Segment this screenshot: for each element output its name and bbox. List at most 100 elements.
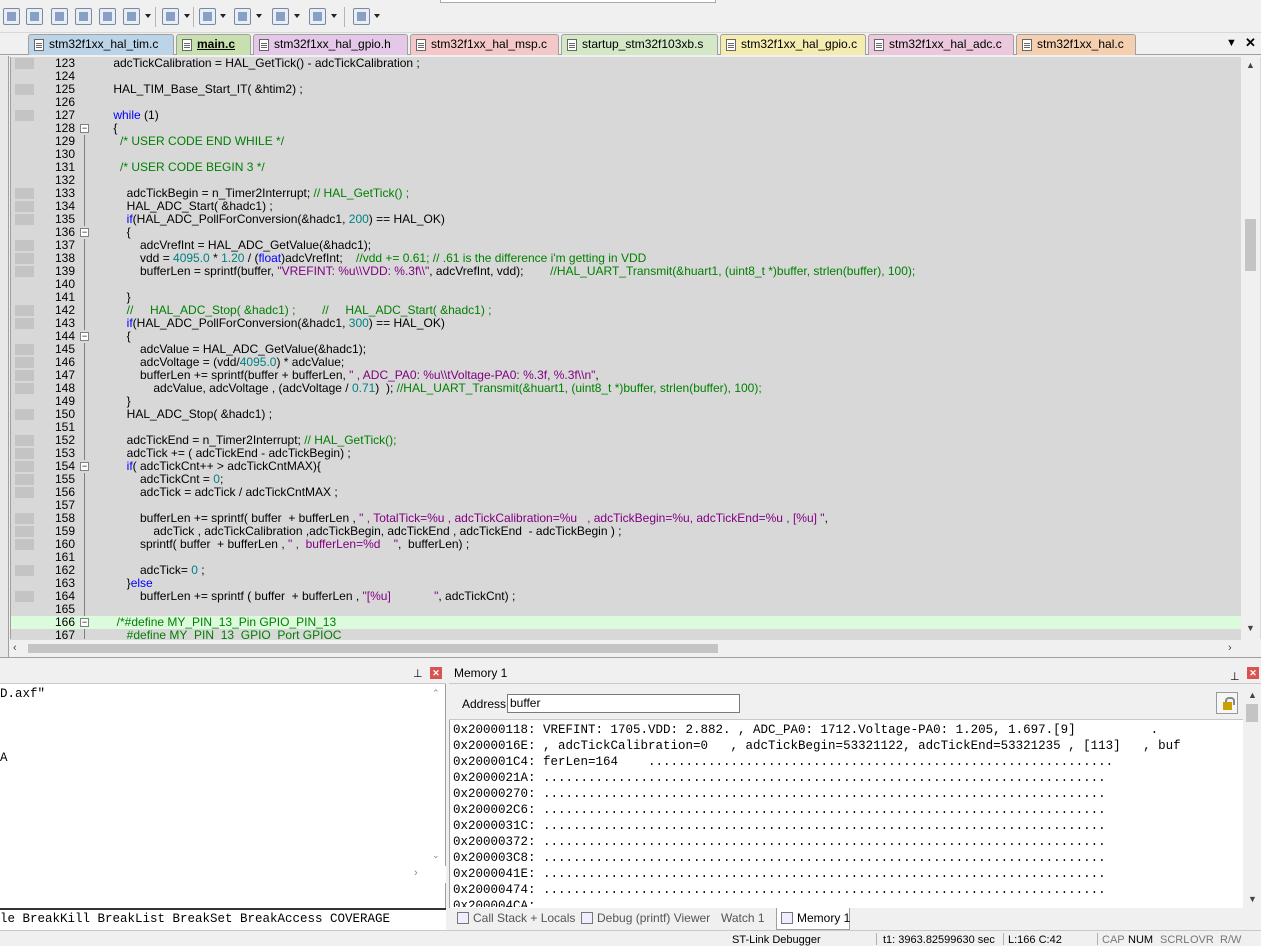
tab-list-dropdown-icon[interactable]: ▼ — [1226, 37, 1240, 49]
code-coverage-marker[interactable] — [15, 240, 34, 251]
code-coverage-marker[interactable] — [15, 344, 34, 355]
code-coverage-marker[interactable] — [15, 539, 34, 550]
registers-window-icon[interactable] — [75, 8, 92, 25]
bottom-tab-watch-1[interactable]: Watch 1 — [717, 908, 774, 930]
code-coverage-marker[interactable] — [15, 526, 34, 537]
code-line[interactable]: 139 bufferLen = sprintf(buffer, "VREFINT… — [11, 265, 1241, 278]
code-coverage-marker[interactable] — [15, 253, 34, 264]
tab-stm32f1xx-hal-gpio-c[interactable]: stm32f1xx_hal_gpio.c — [720, 34, 866, 55]
tab-stm32f1xx-hal-c[interactable]: stm32f1xx_hal.c — [1016, 34, 1136, 55]
address-input[interactable]: buffer — [507, 694, 740, 713]
scroll-left-icon[interactable]: ‹ — [13, 642, 17, 654]
close-icon[interactable]: ✕ — [1247, 667, 1259, 679]
code-coverage-marker[interactable] — [15, 357, 34, 368]
pin-icon[interactable]: ⊥ — [413, 667, 423, 680]
code-coverage-marker[interactable] — [15, 58, 34, 69]
code-coverage-marker[interactable] — [15, 474, 34, 485]
scroll-right-icon[interactable]: › — [414, 867, 418, 879]
code-coverage-marker[interactable] — [15, 188, 34, 199]
code-coverage-marker[interactable] — [15, 370, 34, 381]
code-line[interactable]: 150 HAL_ADC_Stop( &hadc1) ; — [11, 408, 1241, 421]
scroll-thumb[interactable] — [1246, 704, 1258, 722]
code-line[interactable]: 123 adcTickCalibration = HAL_GetTick() -… — [11, 57, 1241, 70]
code-coverage-marker[interactable] — [15, 84, 34, 95]
lock-icon[interactable] — [1216, 692, 1238, 714]
tab-stm32f1xx-hal-tim-c[interactable]: stm32f1xx_hal_tim.c — [28, 34, 174, 55]
code-line[interactable]: 160 sprintf( buffer + bufferLen , " , bu… — [11, 538, 1241, 551]
code-coverage-marker[interactable] — [15, 318, 34, 329]
tab-stm32f1xx-hal-gpio-h[interactable]: stm32f1xx_hal_gpio.h — [253, 34, 408, 55]
memory-vertical-scrollbar[interactable]: ▲ ▼ — [1243, 688, 1261, 908]
code-line[interactable]: 131 /* USER CODE BEGIN 3 */ — [11, 161, 1241, 174]
command-input[interactable]: le BreakKill BreakList BreakSet BreakAcc… — [0, 908, 446, 930]
tab-main-c[interactable]: main.c — [176, 34, 251, 55]
code-line[interactable]: 164 bufferLen += sprintf ( buffer + buff… — [11, 590, 1241, 603]
close-icon[interactable]: ✕ — [430, 667, 442, 679]
bottom-tab-debug-printf-viewer[interactable]: Debug (printf) Viewer — [577, 908, 715, 930]
scroll-thumb[interactable] — [28, 644, 718, 653]
fold-toggle-icon[interactable]: − — [80, 462, 89, 471]
code-line[interactable]: 135 if(HAL_ADC_PollForConversion(&hadc1,… — [11, 213, 1241, 226]
memory-window-icon[interactable] — [162, 8, 179, 25]
fold-toggle-icon[interactable]: − — [80, 124, 89, 133]
code-line[interactable]: 167 #define MY_PIN_13_GPIO_Port GPIOC — [11, 629, 1241, 639]
editor-horizontal-scrollbar[interactable]: ‹ › — [10, 639, 1241, 656]
symbols-window-icon[interactable] — [51, 8, 68, 25]
code-line[interactable]: 126 — [11, 96, 1241, 109]
trace-dropdown-icon[interactable] — [294, 14, 300, 18]
code-coverage-marker[interactable] — [15, 305, 34, 316]
bottom-tab-call-stack-locals[interactable]: Call Stack + Locals — [453, 908, 575, 930]
command-vertical-scrollbar[interactable]: ⌃ ⌄ — [430, 686, 444, 864]
scroll-down-icon[interactable]: ⌄ — [432, 850, 440, 861]
code-line[interactable]: 140 — [11, 278, 1241, 291]
code-coverage-marker[interactable] — [15, 565, 34, 576]
disassembly-window-icon[interactable] — [26, 8, 43, 25]
code-coverage-marker[interactable] — [15, 383, 34, 394]
tab-stm32f1xx-hal-adc-c[interactable]: stm32f1xx_hal_adc.c — [868, 34, 1014, 55]
system-viewer-dropdown-icon[interactable] — [331, 14, 337, 18]
serial-window-icon[interactable] — [199, 8, 216, 25]
system-viewer-icon[interactable] — [309, 8, 326, 25]
fold-toggle-icon[interactable]: − — [80, 618, 89, 627]
memory-dropdown-icon[interactable] — [184, 14, 190, 18]
code-coverage-marker[interactable] — [15, 591, 34, 602]
toolbox-dropdown-icon[interactable] — [374, 14, 380, 18]
code-coverage-marker[interactable] — [15, 513, 34, 524]
code-line[interactable]: 162 adcTick= 0 ; — [11, 564, 1241, 577]
scroll-up-icon[interactable]: ⌃ — [432, 688, 440, 699]
tab-stm32f1xx-hal-msp-c[interactable]: stm32f1xx_hal_msp.c — [410, 34, 559, 55]
code-coverage-marker[interactable] — [15, 487, 34, 498]
trace-window-icon[interactable] — [272, 8, 289, 25]
fold-toggle-icon[interactable]: − — [80, 228, 89, 237]
code-line[interactable]: 125 HAL_TIM_Base_Start_IT( &htim2) ; — [11, 83, 1241, 96]
code-line[interactable]: 143 if(HAL_ADC_PollForConversion(&hadc1,… — [11, 317, 1241, 330]
call-stack-window-icon[interactable] — [99, 8, 116, 25]
toolbox-icon[interactable] — [353, 8, 370, 25]
watch-dropdown-icon[interactable] — [145, 14, 151, 18]
code-coverage-marker[interactable] — [15, 201, 34, 212]
serial-dropdown-icon[interactable] — [220, 14, 226, 18]
command-window-icon[interactable] — [3, 8, 20, 25]
code-coverage-marker[interactable] — [15, 448, 34, 459]
analysis-window-icon[interactable] — [234, 8, 251, 25]
scroll-down-icon[interactable]: ▼ — [1246, 623, 1255, 633]
code-coverage-marker[interactable] — [15, 435, 34, 446]
close-tab-icon[interactable]: ✕ — [1245, 35, 1259, 51]
analysis-dropdown-icon[interactable] — [256, 14, 262, 18]
code-coverage-marker[interactable] — [15, 266, 34, 277]
editor-vertical-scrollbar[interactable]: ▲ ▼ — [1241, 57, 1260, 639]
scroll-down-icon[interactable]: ▼ — [1248, 894, 1257, 904]
scroll-thumb[interactable] — [1245, 219, 1256, 271]
scroll-up-icon[interactable]: ▲ — [1248, 690, 1257, 700]
fold-toggle-icon[interactable]: − — [80, 332, 89, 341]
code-coverage-marker[interactable] — [15, 214, 34, 225]
code-line[interactable]: 127 while (1) — [11, 109, 1241, 122]
code-line[interactable]: 148 adcValue, adcVoltage , (adcVoltage /… — [11, 382, 1241, 395]
code-line[interactable]: 129 /* USER CODE END WHILE */ — [11, 135, 1241, 148]
command-horizontal-scrollbar[interactable]: › — [0, 866, 446, 883]
code-coverage-marker[interactable] — [15, 461, 34, 472]
bottom-tab-memory-1[interactable]: Memory 1 — [776, 908, 850, 930]
code-editor[interactable]: 123 adcTickCalibration = HAL_GetTick() -… — [10, 57, 1261, 639]
code-coverage-marker[interactable] — [15, 110, 34, 121]
code-coverage-marker[interactable] — [15, 409, 34, 420]
